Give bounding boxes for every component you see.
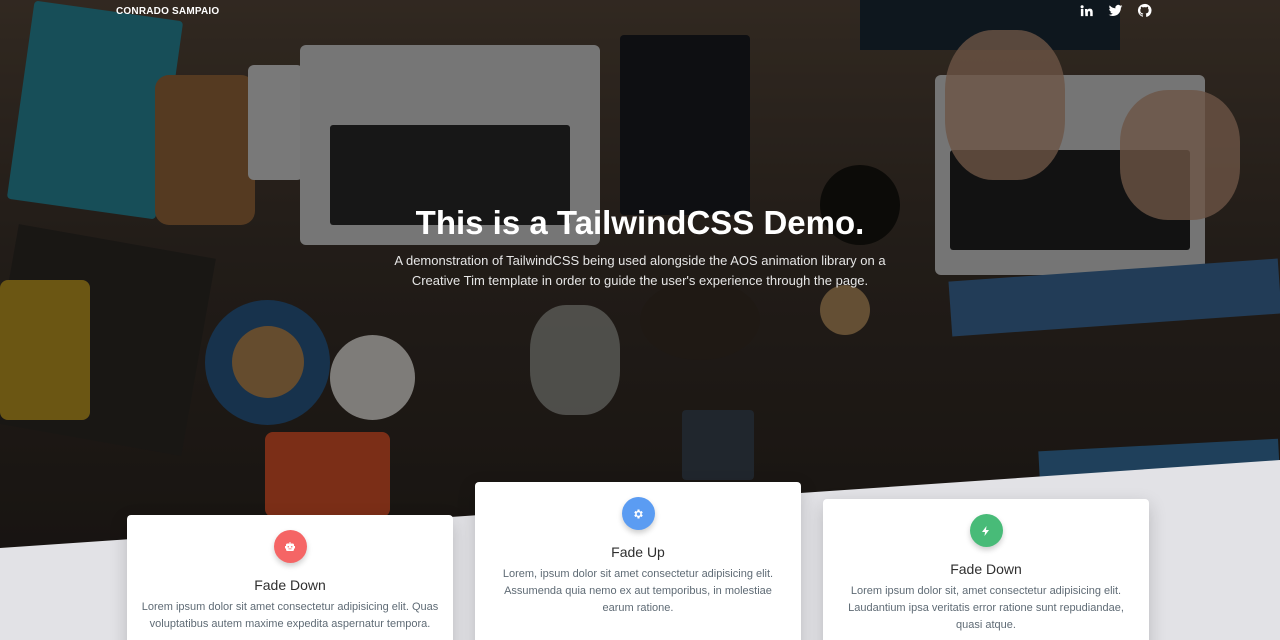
card-icon-circle <box>621 497 655 530</box>
card-text: Lorem ipsum dolor sit amet consectetur a… <box>141 601 439 630</box>
hero-content: This is a TailwindCSS Demo. A demonstrat… <box>0 203 1280 290</box>
social-links <box>1079 3 1152 18</box>
feature-card-fade-down-right: Fade Down Lorem ipsum dolor sit, amet co… <box>823 499 1149 640</box>
card-text: Lorem, ipsum dolor sit amet consectetur … <box>502 568 774 614</box>
card-icon-circle <box>273 530 307 563</box>
feature-card-fade-up: Fade Up Lorem, ipsum dolor sit amet cons… <box>475 482 801 640</box>
github-link[interactable] <box>1137 3 1152 18</box>
card-icon-circle <box>969 514 1003 547</box>
linkedin-link[interactable] <box>1079 3 1094 18</box>
brand-link[interactable]: CONRADO SAMPAIO <box>116 6 219 17</box>
gear-icon <box>634 509 643 518</box>
feature-card-fade-down-left: Fade Down Lorem ipsum dolor sit amet con… <box>127 515 453 640</box>
hero-title: This is a TailwindCSS Demo. <box>415 204 865 241</box>
robot-icon <box>285 541 295 551</box>
card-title: Fade Up <box>611 544 665 560</box>
navbar: CONRADO SAMPAIO <box>0 0 1280 22</box>
card-title: Fade Down <box>254 577 326 593</box>
hero-subtitle: A demonstration of TailwindCSS being use… <box>394 253 886 288</box>
card-text: Lorem ipsum dolor sit, amet consectetur … <box>848 585 1124 631</box>
twitter-icon <box>1108 4 1123 16</box>
twitter-link[interactable] <box>1108 3 1123 18</box>
lightning-icon <box>982 525 989 536</box>
github-icon <box>1137 3 1152 17</box>
card-title: Fade Down <box>950 561 1022 577</box>
linkedin-icon <box>1080 5 1093 17</box>
